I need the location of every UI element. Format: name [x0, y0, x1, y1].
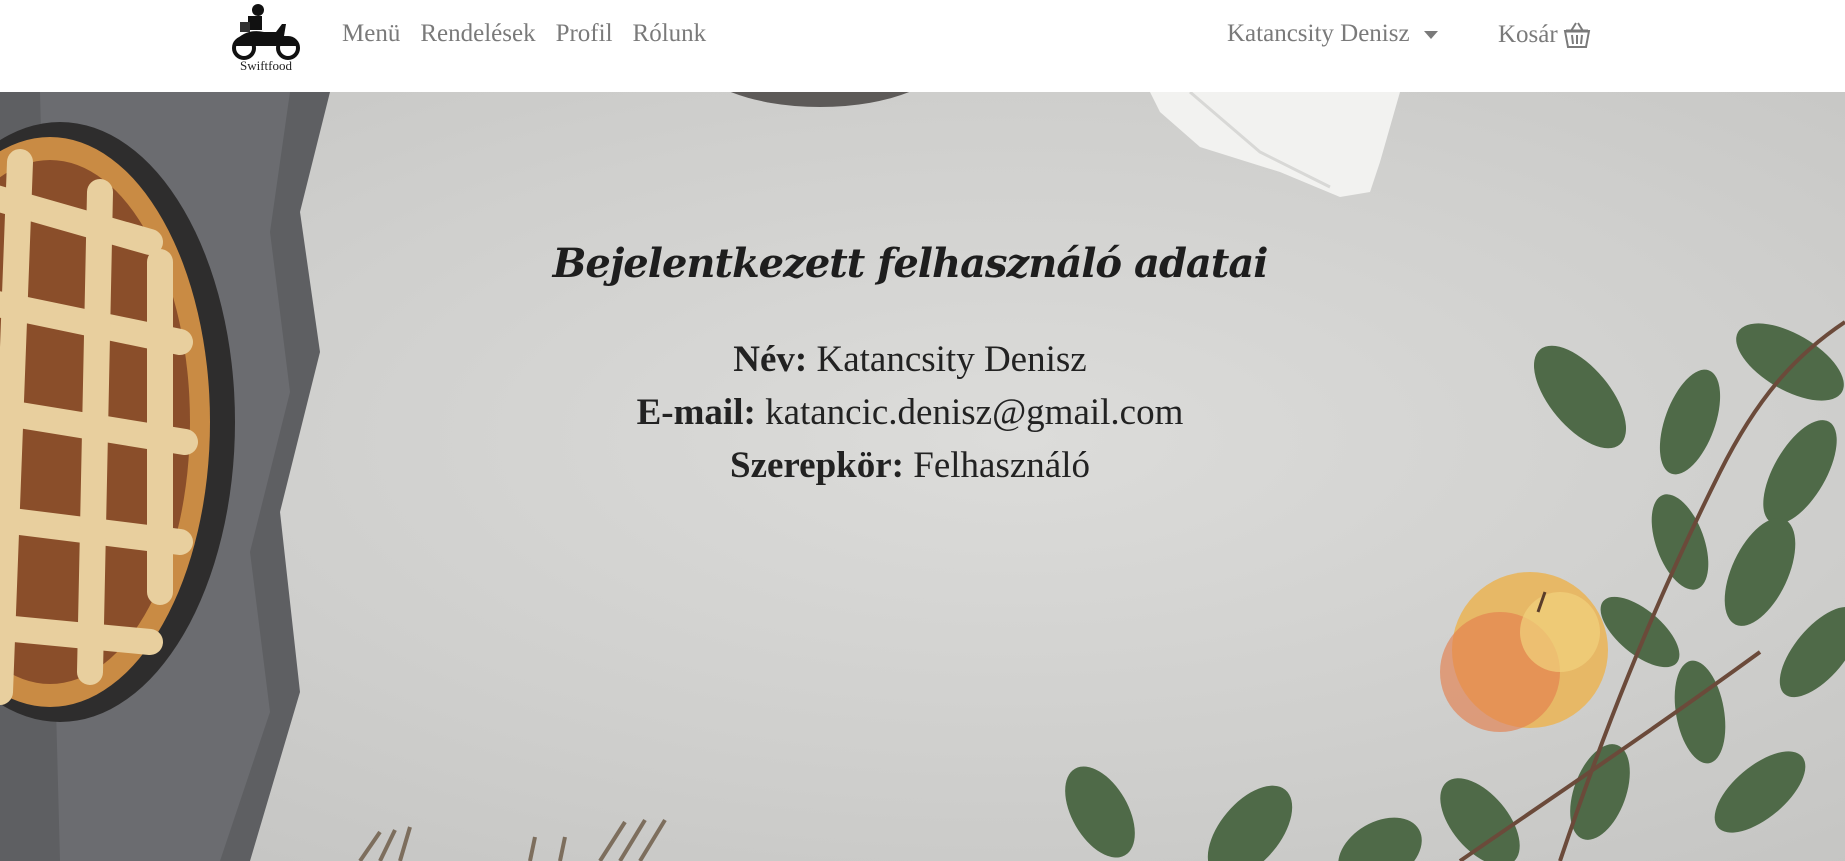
detail-value: Felhasználó — [913, 445, 1090, 486]
detail-label: Szerepkör: — [730, 445, 904, 486]
detail-label: Név: — [733, 339, 808, 380]
cart-label: Kosár — [1498, 21, 1558, 48]
nav-link-about[interactable]: Rólunk — [633, 20, 707, 48]
user-details: Név: Katancsity Denisz E-mail: katancic.… — [0, 333, 1820, 492]
page-title: Bejelentkezett felhasználó adatai — [552, 240, 1269, 287]
cart-link[interactable]: Kosár — [1498, 20, 1592, 50]
detail-row-role: Szerepkör: Felhasználó — [0, 439, 1820, 492]
user-name: Katancsity Denisz — [1227, 20, 1410, 47]
detail-row-email: E-mail: katancic.denisz@gmail.com — [0, 386, 1820, 439]
detail-row-name: Név: Katancsity Denisz — [0, 333, 1820, 386]
detail-label: E-mail: — [636, 392, 756, 433]
profile-info-section: Bejelentkezett felhasználó adatai Név: K… — [0, 240, 1820, 492]
user-dropdown[interactable]: Katancsity Denisz — [1227, 20, 1438, 48]
logo-text: Swiftfood — [240, 58, 292, 73]
swiftfood-logo[interactable]: Swiftfood — [226, 2, 306, 74]
top-navbar: Swiftfood Menü Rendelések Profil Rólunk … — [0, 0, 1845, 92]
basket-icon — [1563, 22, 1590, 48]
detail-value: katancic.denisz@gmail.com — [765, 392, 1184, 433]
nav-link-orders[interactable]: Rendelések — [420, 20, 535, 48]
nav-link-profile[interactable]: Profil — [556, 20, 613, 48]
scooter-logo-icon — [232, 4, 300, 60]
caret-down-icon — [1423, 31, 1438, 39]
detail-value: Katancsity Denisz — [816, 339, 1087, 380]
nav-link-menu[interactable]: Menü — [342, 20, 400, 48]
main-nav: Menü Rendelések Profil Rólunk — [342, 20, 706, 48]
